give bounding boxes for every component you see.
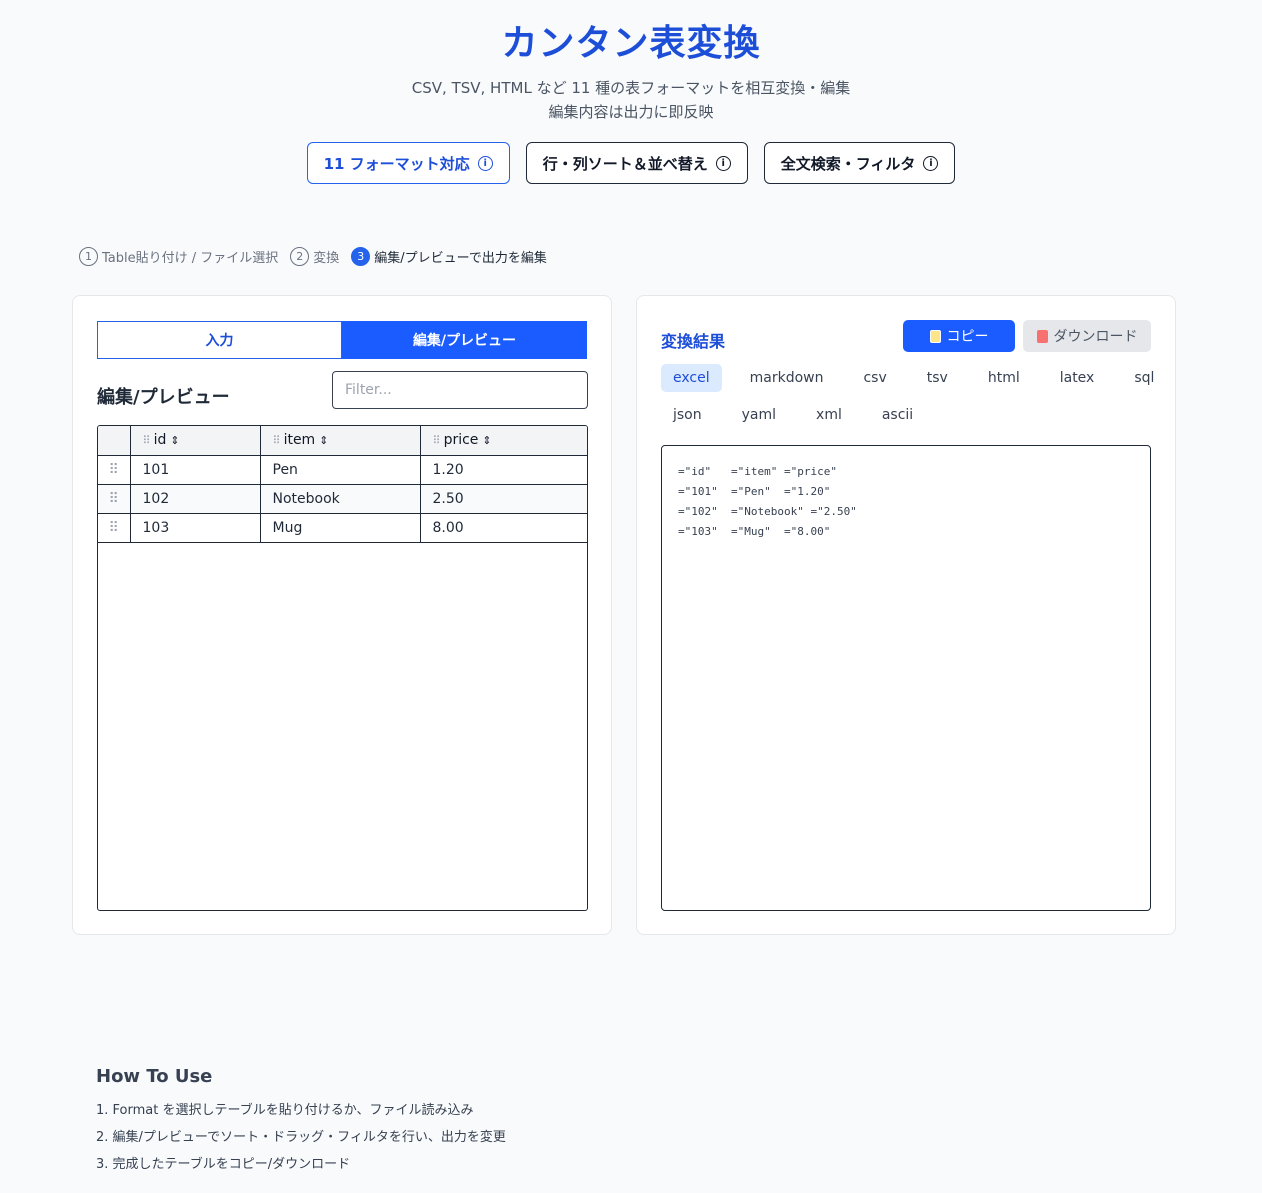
- format-tabs-row-2: json yaml xml ascii: [661, 401, 933, 429]
- table-cell[interactable]: Pen: [259, 454, 421, 485]
- table-cell[interactable]: 102: [129, 483, 261, 514]
- download-label: ダウンロード: [1053, 329, 1138, 345]
- table-row: ⠿ 103 Mug 8.00: [98, 512, 587, 543]
- table-cell[interactable]: 103: [129, 512, 261, 543]
- edit-preview-title: 編集/プレビュー: [97, 387, 230, 408]
- download-button[interactable]: ダウンロード: [1023, 320, 1151, 352]
- info-icon: i: [477, 155, 493, 171]
- editor-tabs: 入力 編集/プレビュー: [97, 321, 587, 359]
- tab-edit-preview[interactable]: 編集/プレビュー: [342, 321, 587, 359]
- output-line: ="id" ="item" ="price": [678, 465, 837, 478]
- copy-label: コピー: [946, 329, 989, 345]
- row-handle-header: [98, 426, 131, 456]
- format-tab-ascii[interactable]: ascii: [870, 401, 925, 429]
- subtitle-line-2: 編集内容は出力に即反映: [548, 103, 714, 121]
- format-tab-csv[interactable]: csv: [851, 364, 898, 392]
- column-label-item: item: [283, 432, 316, 449]
- output-line: ="102" ="Notebook" ="2.50": [678, 505, 857, 518]
- step-3-number: 3: [351, 247, 371, 266]
- step-2-number: 2: [290, 247, 310, 266]
- table-cell[interactable]: Notebook: [259, 483, 421, 514]
- how-to-use-section: How To Use 1. Format を選択しテーブルを貼り付けるか、ファイ…: [96, 1066, 506, 1178]
- data-table-container: ⠿id⇕ ⠿item⇕ ⠿price⇕ ⠿ 101 Pen 1.20: [97, 425, 588, 911]
- feature-search-label: 全文検索・フィルタ: [780, 154, 916, 173]
- column-header-item[interactable]: ⠿ item ⇕: [259, 426, 421, 456]
- editor-panel: 入力 編集/プレビュー 編集/プレビュー ⠿id⇕ ⠿item⇕ ⠿price⇕: [72, 295, 612, 935]
- step-3-label: 編集/プレビューで出力を編集: [374, 251, 547, 266]
- copy-button[interactable]: コピー: [903, 320, 1015, 352]
- format-tab-sql[interactable]: sql: [1122, 364, 1166, 392]
- step-2-label: 変換: [313, 251, 340, 266]
- how-to-use-item: 3. 完成したテーブルをコピー/ダウンロード: [96, 1157, 351, 1172]
- data-table: ⠿id⇕ ⠿item⇕ ⠿price⇕ ⠿ 101 Pen 1.20: [98, 426, 587, 543]
- row-drag-handle-icon[interactable]: ⠿: [98, 483, 131, 514]
- format-tab-excel[interactable]: excel: [661, 364, 722, 392]
- format-tab-markdown[interactable]: markdown: [738, 364, 836, 392]
- feature-formats-label: 11 フォーマット対応: [323, 154, 470, 173]
- filter-input[interactable]: [332, 371, 588, 409]
- format-tab-latex[interactable]: latex: [1048, 364, 1107, 392]
- row-drag-handle-icon[interactable]: ⠿: [98, 512, 131, 543]
- page-title: カンタン表変換: [501, 23, 761, 64]
- table-cell[interactable]: 1.20: [419, 454, 587, 485]
- step-1: 1 Table貼り付け / ファイル選択: [79, 247, 278, 266]
- sort-icon[interactable]: ⇕: [319, 434, 328, 447]
- format-tab-html[interactable]: html: [976, 364, 1032, 392]
- subtitle-line-1: CSV, TSV, HTML など 11 種の表フォーマットを相互変換・編集: [411, 79, 851, 97]
- drag-grip-icon[interactable]: ⠿: [433, 434, 441, 447]
- step-1-number: 1: [79, 247, 98, 266]
- drag-grip-icon[interactable]: ⠿: [273, 434, 281, 447]
- page-subtitle: CSV, TSV, HTML など 11 種の表フォーマットを相互変換・編集 編…: [0, 76, 1262, 124]
- how-to-use-item: 1. Format を選択しテーブルを貼り付けるか、ファイル読み込み: [96, 1103, 474, 1118]
- table-row: ⠿ 101 Pen 1.20: [98, 454, 587, 485]
- how-to-use-list: 1. Format を選択しテーブルを貼り付けるか、ファイル読み込み 2. 編集…: [96, 1097, 506, 1178]
- column-label-price: price: [443, 432, 479, 449]
- step-indicator: 1 Table貼り付け / ファイル選択 2 変換 3 編集/プレビューで出力を…: [79, 247, 547, 266]
- clipboard-icon: [929, 329, 941, 343]
- sort-icon[interactable]: ⇕: [170, 434, 179, 447]
- tab-input[interactable]: 入力: [97, 321, 342, 359]
- row-drag-handle-icon[interactable]: ⠿: [98, 454, 131, 485]
- feature-search-button[interactable]: 全文検索・フィルタ i: [763, 142, 956, 184]
- step-2: 2 変換: [290, 247, 339, 266]
- table-cell[interactable]: Mug: [259, 512, 421, 543]
- info-icon: i: [923, 155, 939, 171]
- page-header: カンタン表変換 CSV, TSV, HTML など 11 種の表フォーマットを相…: [0, 0, 1262, 184]
- table-cell[interactable]: 2.50: [419, 483, 587, 514]
- column-header-id[interactable]: ⠿ id ⇕: [129, 426, 261, 456]
- drag-grip-icon[interactable]: ⠿: [143, 434, 151, 447]
- feature-buttons: 11 フォーマット対応 i 行・列ソート＆並べ替え i 全文検索・フィルタ i: [0, 142, 1262, 184]
- column-header-price[interactable]: ⠿ price ⇕: [419, 426, 587, 456]
- format-tab-json[interactable]: json: [661, 401, 714, 429]
- format-tab-tsv[interactable]: tsv: [915, 364, 960, 392]
- feature-sort-button[interactable]: 行・列ソート＆並べ替え i: [525, 142, 748, 184]
- table-row: ⠿ 102 Notebook 2.50: [98, 483, 587, 514]
- result-panel: 変換結果 コピー ダウンロード excel markdown csv tsv h…: [636, 295, 1176, 935]
- sort-icon[interactable]: ⇕: [482, 434, 491, 447]
- feature-formats-button[interactable]: 11 フォーマット対応 i: [306, 142, 510, 184]
- feature-sort-label: 行・列ソート＆並べ替え: [542, 154, 708, 173]
- format-tabs-row-1: excel markdown csv tsv html latex sql: [661, 364, 1174, 392]
- output-textarea[interactable]: ="id" ="item" ="price" ="101" ="Pen" ="1.…: [661, 445, 1151, 911]
- format-tab-yaml[interactable]: yaml: [730, 401, 788, 429]
- table-header-row: ⠿ id ⇕ ⠿ item ⇕ ⠿ price ⇕: [98, 426, 587, 456]
- format-tab-xml[interactable]: xml: [804, 401, 854, 429]
- output-line: ="103" ="Mug" ="8.00": [678, 525, 831, 538]
- result-title: 変換結果: [661, 332, 726, 351]
- how-to-use-item: 2. 編集/プレビューでソート・ドラッグ・フィルタを行い、出力を変更: [96, 1130, 506, 1145]
- step-3: 3 編集/プレビューで出力を編集: [351, 247, 547, 266]
- table-cell[interactable]: 101: [129, 454, 261, 485]
- how-to-use-title: How To Use: [96, 1066, 213, 1087]
- output-line: ="101" ="Pen" ="1.20": [678, 485, 831, 498]
- table-cell[interactable]: 8.00: [419, 512, 587, 543]
- download-icon: [1036, 329, 1048, 343]
- column-label-id: id: [153, 432, 167, 449]
- info-icon: i: [715, 155, 731, 171]
- step-1-label: Table貼り付け / ファイル選択: [102, 251, 279, 266]
